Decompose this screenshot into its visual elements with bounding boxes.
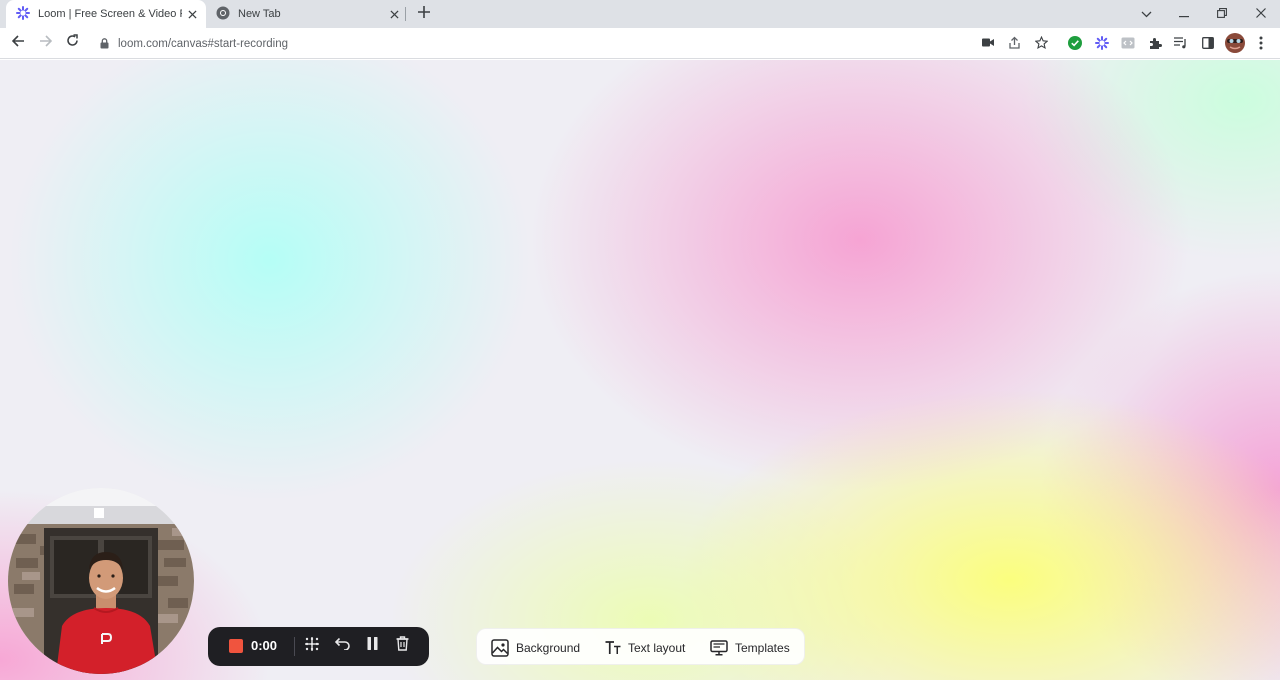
tab-new-tab[interactable]: New Tab xyxy=(208,0,408,28)
sidepanel-icon[interactable] xyxy=(1199,34,1217,52)
canvas-toolbar: Background Text layout Templates xyxy=(476,628,805,665)
stop-recording-button[interactable] xyxy=(229,639,243,653)
browser-toolbar: loom.com/canvas#start-recording xyxy=(0,28,1280,59)
restore-button[interactable] xyxy=(1203,0,1241,28)
media-icon[interactable] xyxy=(1172,34,1190,52)
webcam-feed xyxy=(8,488,194,674)
lock-icon xyxy=(100,38,112,49)
chrome-icon xyxy=(216,6,230,23)
back-button[interactable] xyxy=(6,31,30,55)
minimize-button[interactable] xyxy=(1165,0,1203,28)
menu-kebab-icon[interactable] xyxy=(1252,34,1270,52)
arrow-left-icon xyxy=(11,34,25,52)
close-icon[interactable] xyxy=(384,4,404,24)
avatar[interactable] xyxy=(1225,33,1245,53)
camera-permission-icon[interactable] xyxy=(979,33,997,51)
templates-button[interactable]: Templates xyxy=(710,629,790,666)
reload-icon xyxy=(66,34,79,52)
forward-button[interactable] xyxy=(33,31,57,55)
arrow-right-icon xyxy=(39,34,52,52)
minimize-icon xyxy=(1179,5,1189,23)
grid-dots-icon xyxy=(305,636,319,656)
monitor-icon xyxy=(710,639,728,656)
star-icon[interactable] xyxy=(1032,33,1050,51)
close-icon xyxy=(1256,5,1266,23)
tab-search-button[interactable] xyxy=(1127,0,1165,28)
reload-button[interactable] xyxy=(60,31,84,55)
templates-label: Templates xyxy=(735,640,790,655)
loom-icon[interactable] xyxy=(1093,34,1111,52)
browser-tab-strip: Loom | Free Screen & Video Reco New Tab xyxy=(0,0,1280,28)
camera-bubble[interactable] xyxy=(8,488,194,674)
puzzle-icon[interactable] xyxy=(1146,34,1164,52)
text-layout-label: Text layout xyxy=(628,640,686,655)
tab-loom[interactable]: Loom | Free Screen & Video Reco xyxy=(6,0,206,28)
chevron-down-icon xyxy=(1141,5,1152,23)
text-icon xyxy=(605,640,621,654)
controls-divider xyxy=(294,637,295,656)
recording-controls: 0:00 xyxy=(208,627,429,666)
close-icon[interactable] xyxy=(182,4,202,24)
address-bar[interactable]: loom.com/canvas#start-recording xyxy=(90,30,1060,57)
pause-icon xyxy=(367,637,378,655)
image-icon xyxy=(491,638,509,657)
devtools-icon[interactable] xyxy=(1119,34,1137,52)
drawing-tools-button[interactable] xyxy=(302,636,322,656)
tab-title: New Tab xyxy=(238,8,281,20)
text-layout-button[interactable]: Text layout xyxy=(605,629,685,666)
background-button[interactable]: Background xyxy=(491,629,580,666)
restore-icon xyxy=(1217,5,1227,23)
restart-button[interactable] xyxy=(332,636,352,656)
loom-icon xyxy=(16,5,30,23)
background-label: Background xyxy=(516,640,581,655)
delete-recording-button[interactable] xyxy=(392,636,412,656)
plus-icon xyxy=(418,5,430,23)
tab-separator xyxy=(405,7,406,21)
recording-timer: 0:00 xyxy=(251,638,278,653)
pause-button[interactable] xyxy=(362,636,382,656)
green-check-icon[interactable] xyxy=(1066,34,1084,52)
tab-title: Loom | Free Screen & Video Reco xyxy=(38,8,182,20)
share-icon[interactable] xyxy=(1005,33,1023,51)
window-close-button[interactable] xyxy=(1242,0,1280,28)
new-tab-button[interactable] xyxy=(413,3,435,25)
trash-icon xyxy=(396,636,409,656)
undo-icon xyxy=(334,637,350,655)
url-text: loom.com/canvas#start-recording xyxy=(118,37,289,50)
